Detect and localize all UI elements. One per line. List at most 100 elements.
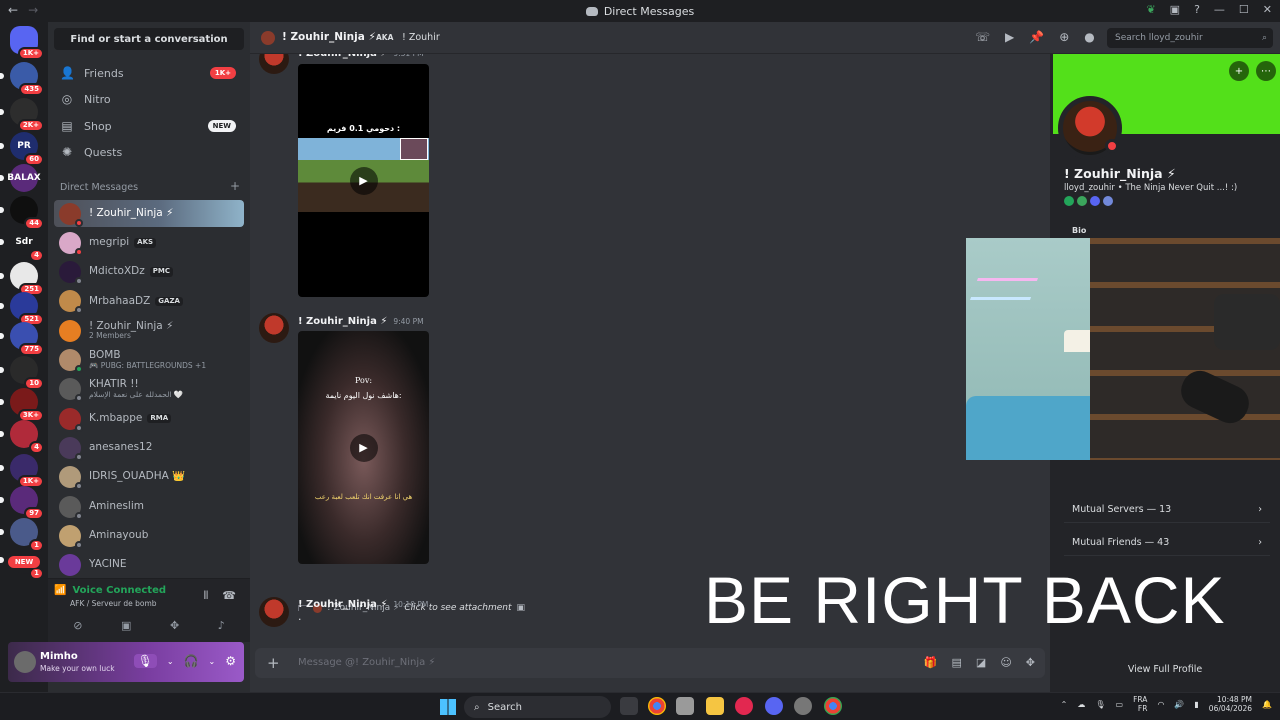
discord-icon[interactable] bbox=[765, 697, 783, 715]
sidebar-item-shop[interactable]: ▤ Shop NEW bbox=[56, 113, 244, 139]
task-view-icon[interactable] bbox=[620, 697, 638, 715]
dm-item[interactable]: Amineslim bbox=[54, 493, 244, 520]
back-arrow-icon[interactable]: ← bbox=[8, 3, 18, 17]
server-icon[interactable]: 251 bbox=[0, 262, 44, 296]
video-attachment[interactable]: Pov: هاشف نول اليوم نايمة: هي انا عرفت ا… bbox=[298, 331, 429, 564]
file-explorer-icon[interactable] bbox=[706, 697, 724, 715]
apps-icon[interactable]: ✥ bbox=[1026, 656, 1035, 669]
add-attachment-icon[interactable]: + bbox=[267, 654, 280, 672]
snipping-tool-icon[interactable] bbox=[676, 697, 694, 715]
forward-arrow-icon[interactable]: → bbox=[28, 3, 38, 17]
badge-icon[interactable] bbox=[1077, 196, 1087, 206]
chevron-down-icon[interactable]: ⌄ bbox=[209, 657, 216, 668]
gift-icon[interactable]: 🎁 bbox=[924, 656, 938, 669]
author-name[interactable]: ! Zouhir_Ninja ⚡ bbox=[298, 316, 387, 327]
mic-icon[interactable]: 🎙 bbox=[1095, 700, 1105, 709]
view-full-profile-link[interactable]: View Full Profile bbox=[1050, 664, 1280, 675]
soundboard-icon[interactable]: ♪ bbox=[218, 619, 225, 632]
video-call-icon[interactable]: ▶ bbox=[1005, 30, 1014, 44]
gear-icon[interactable]: ⚙ bbox=[225, 654, 236, 668]
camera-off-icon[interactable]: ⊘ bbox=[73, 619, 82, 632]
sticker-icon[interactable]: ◪ bbox=[976, 656, 986, 669]
chrome-icon[interactable] bbox=[824, 697, 842, 715]
mutual-friends-row[interactable]: Mutual Friends — 43 › bbox=[1064, 530, 1270, 556]
gif-icon[interactable]: ▤ bbox=[952, 656, 962, 669]
dm-item[interactable]: anesanes12 bbox=[54, 434, 244, 461]
server-icon[interactable]: 2K+ bbox=[0, 98, 44, 132]
chevron-up-icon[interactable]: ⌃ bbox=[1061, 700, 1068, 709]
sidebar-item-nitro[interactable]: ◎ Nitro bbox=[56, 86, 244, 112]
maximize-button[interactable]: ☐ bbox=[1239, 3, 1249, 16]
profile-avatar[interactable] bbox=[1058, 96, 1122, 160]
server-icon[interactable]: 97 bbox=[0, 486, 44, 520]
dm-item[interactable]: megripi AKS bbox=[54, 229, 244, 256]
volume-icon[interactable]: 🔊 bbox=[1174, 700, 1184, 709]
server-icon[interactable]: 775 bbox=[0, 322, 44, 356]
author-name[interactable]: ! Zouhir_Ninja ⚡ bbox=[298, 599, 387, 610]
windows-start-icon[interactable] bbox=[440, 699, 456, 715]
avatar[interactable] bbox=[259, 597, 289, 627]
notifications-icon[interactable]: 🔔 bbox=[1262, 700, 1272, 709]
server-icon[interactable]: 521 bbox=[0, 292, 44, 326]
user-profile-icon[interactable]: ● bbox=[1084, 30, 1094, 44]
badge-icon[interactable] bbox=[1103, 196, 1113, 206]
home-button[interactable]: 1K+ bbox=[10, 26, 44, 60]
sidebar-item-quests[interactable]: ✺ Quests bbox=[56, 139, 244, 165]
network-app-icon[interactable]: ☁ bbox=[1077, 700, 1085, 709]
dm-item[interactable]: ! Zouhir_Ninja ⚡ bbox=[54, 200, 244, 227]
chevron-down-icon[interactable]: ⌄ bbox=[167, 657, 174, 668]
dm-item[interactable]: K.mbappe RMA bbox=[54, 405, 244, 432]
server-icon[interactable]: 4 bbox=[0, 420, 44, 454]
more-options-icon[interactable]: ⋯ bbox=[1256, 61, 1276, 81]
message-input[interactable]: Message @! Zouhir_Ninja ⚡ bbox=[298, 657, 435, 668]
dm-item[interactable]: Aminayoub bbox=[54, 522, 244, 549]
voice-status-text[interactable]: Voice Connected bbox=[72, 585, 166, 596]
inbox-icon[interactable]: ▣ bbox=[1170, 3, 1180, 16]
nitro-leaf-icon[interactable]: ❦ bbox=[1146, 3, 1155, 16]
wifi-icon[interactable]: ◠ bbox=[1157, 700, 1164, 709]
new-server-pill[interactable]: NEW bbox=[8, 556, 40, 568]
server-icon[interactable]: 1K+ bbox=[0, 454, 44, 488]
user-name[interactable]: Mimho bbox=[40, 651, 78, 662]
server-icon[interactable]: 435 bbox=[0, 62, 44, 96]
message-author[interactable]: ! Zouhir_Ninja ⚡ 10:10 PM bbox=[298, 599, 428, 610]
message-composer[interactable]: + Message @! Zouhir_Ninja ⚡ 🎁 ▤ ◪ ☺ ✥ bbox=[255, 648, 1045, 678]
server-icon[interactable]: 3K+ bbox=[0, 388, 44, 422]
create-dm-button[interactable]: + bbox=[230, 180, 240, 193]
opera-icon[interactable] bbox=[735, 697, 753, 715]
avatar[interactable] bbox=[14, 651, 36, 673]
emoji-icon[interactable]: ☺ bbox=[1000, 656, 1011, 669]
activities-icon[interactable]: ✥ bbox=[170, 619, 179, 632]
search-input[interactable]: Search lloyd_zouhir ⌕ bbox=[1107, 28, 1273, 48]
mute-mic-icon[interactable]: 🎙 bbox=[133, 654, 157, 668]
taskbar-search[interactable]: ⌕ Search bbox=[464, 696, 611, 718]
voice-channel[interactable]: AFK / Serveur de bomb bbox=[70, 599, 157, 608]
noise-suppression-icon[interactable]: ⦀ bbox=[203, 589, 208, 603]
mutual-servers-row[interactable]: Mutual Servers — 13 › bbox=[1064, 497, 1270, 523]
pin-icon[interactable]: 📌 bbox=[1029, 30, 1044, 44]
add-friend-icon[interactable]: + bbox=[1229, 61, 1249, 81]
help-icon[interactable]: ? bbox=[1194, 3, 1200, 16]
message-author[interactable]: ! Zouhir_Ninja ⚡ 9:40 PM bbox=[298, 316, 424, 327]
video-attachment[interactable]: دحومي 0.1 فريم : ▶ bbox=[298, 64, 429, 297]
dm-item[interactable]: YACINE bbox=[54, 552, 244, 579]
headphones-icon[interactable]: 🎧 bbox=[184, 654, 199, 668]
voice-call-icon[interactable]: ☏ bbox=[975, 30, 990, 44]
minimize-button[interactable]: — bbox=[1214, 3, 1225, 16]
dm-item[interactable]: ! Zouhir_Ninja ⚡ 2 Members bbox=[54, 317, 244, 344]
dm-item[interactable]: IDRIS_OUADHA 👑 bbox=[54, 464, 244, 491]
add-friends-icon[interactable]: ⊕ bbox=[1059, 30, 1069, 44]
server-icon[interactable]: 1 bbox=[0, 518, 44, 552]
sidebar-item-friends[interactable]: 👤 Friends 1K+ bbox=[56, 60, 244, 86]
play-icon[interactable]: ▶ bbox=[349, 433, 378, 462]
language-indicator[interactable]: FRA FR bbox=[1133, 695, 1147, 713]
clock[interactable]: 10:48 PM 06/04/2026 bbox=[1209, 695, 1252, 713]
screen-share-icon[interactable]: ▣ bbox=[121, 619, 131, 632]
server-icon[interactable]: Sdr 4 bbox=[0, 228, 44, 262]
tray-app-icon[interactable]: ▭ bbox=[1116, 700, 1124, 709]
steam-icon[interactable] bbox=[794, 697, 812, 715]
close-button[interactable]: ✕ bbox=[1263, 3, 1272, 16]
dm-item[interactable]: MrbahaaDZ GAZA bbox=[54, 288, 244, 315]
badge-icon[interactable] bbox=[1090, 196, 1100, 206]
dm-item[interactable]: KHATIR !! الحمدلله على نعمة الإسلام 🤍 bbox=[54, 376, 244, 403]
